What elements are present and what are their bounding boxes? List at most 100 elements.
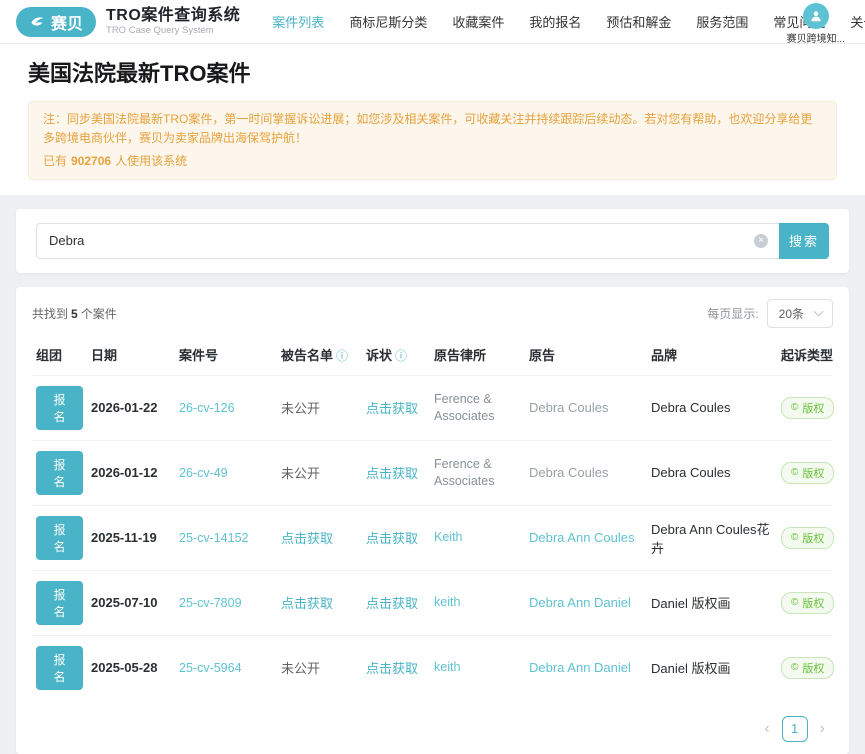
results-count-text: 共找到5个案件 [32, 305, 117, 322]
plaintiff-link[interactable]: Debra Ann Daniel [529, 595, 631, 610]
table-row: 报名 2025-05-28 25-cv-5964 未公开 点击获取 keith … [32, 635, 833, 700]
usage-count-line: 已有902706人使用该系统 [43, 152, 822, 171]
lawsuit-type-badge: ©版权 [781, 397, 834, 419]
lawsuit-type-badge: ©版权 [781, 462, 834, 484]
nav-my-signups[interactable]: 我的报名 [529, 12, 581, 31]
search-section: × 搜索 [16, 209, 849, 273]
copyright-icon: © [791, 597, 798, 608]
copyright-icon: © [791, 662, 798, 673]
app-title: TRO案件查询系统 [106, 7, 240, 25]
brand: Debra Coules [647, 440, 777, 505]
brand: Daniel 版权画 [647, 570, 777, 635]
notice-text: 注：同步美国法院最新TRO案件，第一时间掌握诉讼进展；如您涉及相关案件，可收藏关… [43, 110, 822, 147]
pagination: ‹ 1 › [32, 716, 833, 742]
app-title-block: TRO案件查询系统 TRO Case Query System [106, 7, 240, 36]
lawsuit-type-badge: ©版权 [781, 657, 834, 679]
signup-button[interactable]: 报名 [36, 451, 83, 495]
search-input[interactable] [36, 223, 779, 259]
complaint-link[interactable]: 点击获取 [366, 661, 418, 676]
complaint-link[interactable]: 点击获取 [366, 401, 418, 416]
brand: Debra Coules [647, 375, 777, 440]
table-row: 报名 2025-11-19 25-cv-14152 点击获取 点击获取 Keit… [32, 505, 833, 570]
defendants-value: 未公开 [277, 440, 362, 505]
law-firm: Ference & Associates [430, 440, 525, 505]
plaintiff-link[interactable]: Debra Ann Daniel [529, 660, 631, 675]
nav-settlement-estimate[interactable]: 预估和解金 [606, 12, 671, 31]
page-size-control: 每页显示: 20条 [707, 299, 833, 328]
col-header-brand: 品牌 [647, 334, 777, 376]
signup-button[interactable]: 报名 [36, 581, 83, 625]
pagination-prev-icon[interactable]: ‹ [764, 721, 769, 737]
app-subtitle: TRO Case Query System [106, 25, 240, 36]
user-name-label: 赛贝跨境知... [787, 30, 845, 45]
signup-button[interactable]: 报名 [36, 516, 83, 560]
table-row: 报名 2026-01-22 26-cv-126 未公开 点击获取 Ference… [32, 375, 833, 440]
col-header-group: 组团 [32, 334, 87, 376]
info-icon[interactable]: ⓘ [395, 349, 407, 363]
case-number-link[interactable]: 25-cv-14152 [179, 531, 249, 545]
complaint-link[interactable]: 点击获取 [366, 531, 418, 546]
page-title: 美国法院最新TRO案件 [28, 56, 837, 88]
law-firm: Keith [430, 505, 525, 570]
page-header-section: 美国法院最新TRO案件 注：同步美国法院最新TRO案件，第一时间掌握诉讼进展；如… [0, 44, 865, 195]
case-date: 2025-11-19 [87, 505, 175, 570]
logo-swoosh-icon [29, 13, 46, 30]
complaint-link[interactable]: 点击获取 [366, 466, 418, 481]
person-icon [809, 9, 823, 23]
case-number-link[interactable]: 25-cv-7809 [179, 596, 242, 610]
defendants-link[interactable]: 点击获取 [281, 531, 333, 546]
plaintiff-link[interactable]: Debra Ann Coules [529, 530, 635, 545]
signup-button[interactable]: 报名 [36, 646, 83, 690]
info-icon[interactable]: ⓘ [336, 349, 348, 363]
col-header-plaintiff: 原告 [525, 334, 647, 376]
brand: Daniel 版权画 [647, 635, 777, 700]
saibei-logo[interactable]: 赛贝 [16, 7, 96, 37]
case-number-link[interactable]: 26-cv-126 [179, 401, 235, 415]
copyright-icon: © [791, 467, 798, 478]
cases-table: 组团 日期 案件号 被告名单ⓘ 诉状ⓘ 原告律所 原告 品牌 起诉类型 报名 2… [32, 334, 833, 700]
copyright-icon: © [791, 402, 798, 413]
chevron-down-icon [814, 306, 824, 316]
page-size-select[interactable]: 20条 [767, 299, 833, 328]
user-block: 赛贝跨境知... [787, 3, 845, 45]
page-size-label: 每页显示: [707, 305, 758, 322]
case-number-link[interactable]: 25-cv-5964 [179, 661, 242, 675]
defendants-value: 未公开 [277, 375, 362, 440]
col-header-lawsuit-type: 起诉类型 [777, 334, 833, 376]
col-header-date: 日期 [87, 334, 175, 376]
search-button[interactable]: 搜索 [779, 223, 829, 259]
case-date: 2025-07-10 [87, 570, 175, 635]
defendants-link[interactable]: 点击获取 [281, 596, 333, 611]
main-navigation: 案件列表 商标尼斯分类 收藏案件 我的报名 预估和解金 服务范围 常见问题 关于… [272, 12, 865, 31]
table-row: 报名 2026-01-12 26-cv-49 未公开 点击获取 Ference … [32, 440, 833, 505]
nav-favorite-cases[interactable]: 收藏案件 [452, 12, 504, 31]
nav-about-us[interactable]: 关于我们 [850, 12, 865, 31]
case-date: 2026-01-22 [87, 375, 175, 440]
nav-nice-classification[interactable]: 商标尼斯分类 [349, 12, 427, 31]
col-header-case-number: 案件号 [175, 334, 277, 376]
case-date: 2026-01-12 [87, 440, 175, 505]
results-count: 5 [71, 307, 78, 321]
top-navbar: 赛贝 TRO案件查询系统 TRO Case Query System 案件列表 … [0, 0, 865, 44]
law-firm: Ference & Associates [430, 375, 525, 440]
lawsuit-type-badge: ©版权 [781, 527, 834, 549]
usage-count: 902706 [71, 154, 111, 168]
pagination-next-icon[interactable]: › [820, 721, 825, 737]
signup-button[interactable]: 报名 [36, 386, 83, 430]
table-row: 报名 2025-07-10 25-cv-7809 点击获取 点击获取 keith… [32, 570, 833, 635]
plaintiff: Debra Coules [525, 440, 647, 505]
col-header-complaint: 诉状ⓘ [362, 334, 430, 376]
lawsuit-type-badge: ©版权 [781, 592, 834, 614]
search-input-wrap: × [36, 223, 779, 259]
user-avatar[interactable] [803, 3, 829, 29]
brand: Debra Ann Coules花卉 [647, 505, 777, 570]
case-number-link[interactable]: 26-cv-49 [179, 466, 228, 480]
nav-service-scope[interactable]: 服务范围 [696, 12, 748, 31]
results-section: 共找到5个案件 每页显示: 20条 组团 日期 案件号 被告名单ⓘ 诉状ⓘ 原告… [16, 287, 849, 754]
col-header-defendants: 被告名单ⓘ [277, 334, 362, 376]
clear-input-icon[interactable]: × [754, 234, 768, 248]
nav-case-list[interactable]: 案件列表 [272, 12, 324, 31]
pagination-page-1[interactable]: 1 [782, 716, 808, 742]
copyright-icon: © [791, 532, 798, 543]
complaint-link[interactable]: 点击获取 [366, 596, 418, 611]
